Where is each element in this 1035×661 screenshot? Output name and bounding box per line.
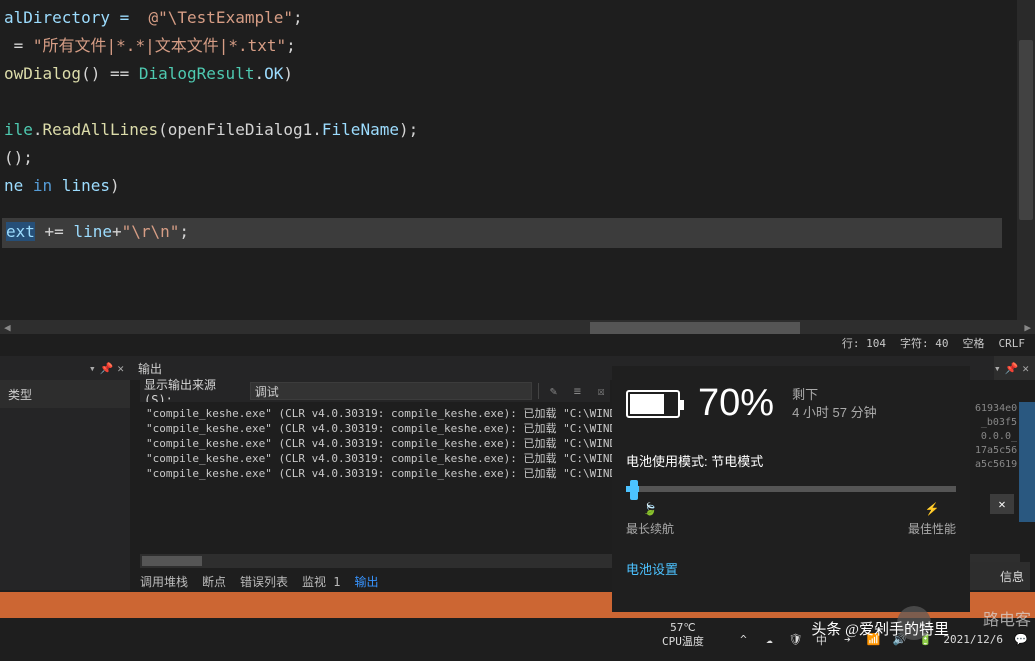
code-line: = "所有文件|*.*|文本文件|*.txt"; <box>0 32 1035 60</box>
watermark-text: 路电客 <box>983 606 1031 630</box>
scrollbar-thumb[interactable] <box>590 322 800 334</box>
editor-vertical-scrollbar[interactable] <box>1017 0 1035 330</box>
left-panel: 类型 <box>0 380 130 590</box>
output-source-value: 调试 <box>255 383 279 400</box>
slider-left-label: 最长续航 <box>626 520 674 537</box>
battery-icon <box>626 390 680 418</box>
clear-output-icon[interactable]: ✎ <box>545 382 563 400</box>
onedrive-icon[interactable]: ☁ <box>761 632 777 648</box>
status-spaces: 空格 <box>963 335 985 351</box>
taskbar-clock[interactable]: 2021/12/6 <box>943 633 1003 647</box>
leaf-icon: 🍃 <box>643 502 658 516</box>
scrollbar-thumb[interactable] <box>142 556 202 566</box>
bottom-panel-tabs: 调用堆栈 断点 错误列表 监视 1 输出 <box>140 570 379 592</box>
battery-flyout: 70% 剩下 4 小时 57 分钟 电池使用模式: 节电模式 🍃 最长续航 ⚡ … <box>612 366 970 612</box>
cpu-temp-label: CPU温度 <box>662 635 704 649</box>
pin-icon[interactable]: 📌 <box>100 362 114 375</box>
code-line: ext += line+"\r\n"; <box>2 218 1002 246</box>
editor-status-strip: 行: 104 字符: 40 空格 CRLF <box>0 334 1035 352</box>
slider-thumb[interactable] <box>630 480 638 500</box>
dropdown-icon[interactable]: ▾ <box>994 362 1001 375</box>
battery-remaining: 剩下 4 小时 57 分钟 <box>792 386 877 422</box>
clear-all-icon[interactable]: ☒ <box>592 382 610 400</box>
toggle-wordwrap-icon[interactable]: ≡ <box>568 382 586 400</box>
code-line: alDirectory = @"\TestExample"; <box>0 4 1035 32</box>
output-tab-label: 输出 <box>138 360 162 377</box>
battery-mode-label: 电池使用模式: 节电模式 <box>626 451 956 470</box>
close-icon[interactable]: ✕ <box>117 362 124 375</box>
pin-icon[interactable]: 📌 <box>1005 362 1019 375</box>
dropdown-icon[interactable]: ▾ <box>89 362 96 375</box>
output-truncated-text: 61934e0 _b03f5 0.0.0_ 17a5c56 a5c5619 <box>975 402 1035 482</box>
notification-close-button[interactable]: ✕ <box>990 494 1014 514</box>
code-line: ne in lines) <box>0 172 1035 200</box>
scroll-right-icon[interactable]: ▶ <box>1024 321 1031 334</box>
scroll-left-icon[interactable]: ◀ <box>4 321 11 334</box>
scrollbar-thumb[interactable] <box>1019 40 1033 220</box>
code-line: (); <box>0 144 1035 172</box>
left-panel-column-header[interactable]: 类型 <box>0 380 130 408</box>
notifications-icon[interactable]: 💬 <box>1013 632 1029 648</box>
close-icon[interactable]: ✕ <box>1022 362 1029 375</box>
output-source-dropdown[interactable]: 调试 <box>250 382 532 400</box>
code-editor[interactable]: alDirectory = @"\TestExample"; = "所有文件|*… <box>0 0 1035 330</box>
tab-call-stack[interactable]: 调用堆栈 <box>140 573 188 590</box>
security-icon[interactable]: 🛡 <box>787 632 803 648</box>
slider-right-label: 最佳性能 <box>908 520 956 537</box>
output-toolbar: 显示输出来源(S): 调试 ✎ ≡ ☒ <box>140 380 610 402</box>
status-line: 行: 104 <box>842 335 886 351</box>
code-line: ile.ReadAllLines(openFileDialog1.FileNam… <box>0 116 1035 144</box>
cpu-temp-value: 57℃ <box>662 621 704 635</box>
notification-toast[interactable]: 信息 <box>970 562 1030 590</box>
cpu-temp-widget[interactable]: 57℃ CPU温度 <box>662 621 704 649</box>
status-crlf: CRLF <box>999 337 1026 350</box>
tray-expand-icon[interactable]: ^ <box>735 632 751 648</box>
left-panel-header: ▾ 📌 ✕ <box>0 356 130 380</box>
notification-label: 信息 <box>1000 568 1024 585</box>
slider-labels: 🍃 最长续航 ⚡ 最佳性能 <box>626 502 956 537</box>
battery-settings-link[interactable]: 电池设置 <box>626 559 956 578</box>
toutiao-watermark: 头条 @爱剁手的特里 <box>811 618 949 639</box>
tab-error-list[interactable]: 错误列表 <box>240 573 288 590</box>
tab-output[interactable]: 输出 <box>355 573 379 590</box>
battery-percentage: 70% <box>698 382 774 425</box>
tab-watch-1[interactable]: 监视 1 <box>302 573 340 590</box>
code-line: owDialog() == DialogResult.OK) <box>0 60 1035 88</box>
power-mode-slider[interactable] <box>626 486 956 492</box>
taskbar-date: 2021/12/6 <box>943 633 1003 647</box>
tab-breakpoints[interactable]: 断点 <box>202 573 226 590</box>
code-line <box>0 88 1035 116</box>
status-char: 字符: 40 <box>900 335 949 351</box>
bolt-icon: ⚡ <box>925 502 940 516</box>
